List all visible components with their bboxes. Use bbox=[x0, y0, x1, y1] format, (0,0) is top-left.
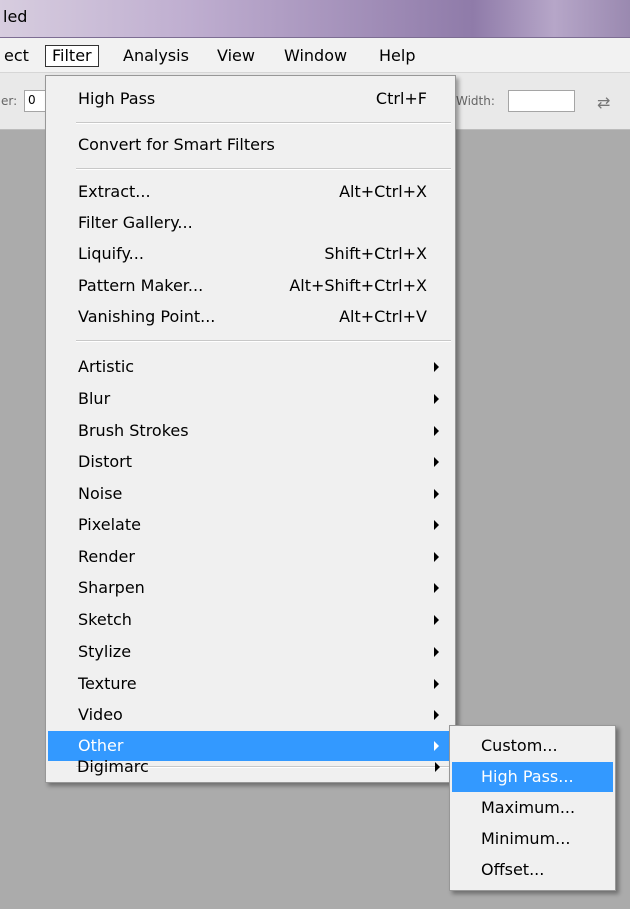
menu-item-label: Artistic bbox=[78, 357, 135, 376]
menu-item-label: Sharpen bbox=[78, 578, 145, 597]
menu-item-label: Video bbox=[78, 705, 123, 724]
submenu-item-high-pass[interactable]: High Pass... bbox=[452, 762, 613, 792]
menu-item-label: Render bbox=[78, 547, 135, 566]
menu-item-vanishing-point[interactable]: Vanishing Point... Alt+Ctrl+V bbox=[48, 302, 453, 332]
menu-item-label: Stylize bbox=[78, 642, 132, 661]
menu-item-sharpen[interactable]: Sharpen bbox=[48, 573, 453, 603]
submenu-item-minimum[interactable]: Minimum... bbox=[452, 824, 613, 854]
menu-item-label: Filter Gallery... bbox=[78, 213, 193, 232]
menu-item-stylize[interactable]: Stylize bbox=[48, 637, 453, 667]
last-filter-shortcut: Ctrl+F bbox=[375, 89, 427, 108]
menu-item-label: Noise bbox=[78, 484, 123, 503]
menu-item-pixelate[interactable]: Pixelate bbox=[48, 510, 453, 540]
submenu-arrow-icon bbox=[434, 741, 439, 751]
menu-item-label: Brush Strokes bbox=[78, 421, 189, 440]
menu-item-label: Distort bbox=[78, 452, 133, 471]
submenu-arrow-icon bbox=[434, 457, 439, 467]
menu-bar: ect Filter Analysis View Window Help bbox=[0, 38, 630, 73]
menu-item-shortcut: Alt+Shift+Ctrl+X bbox=[289, 276, 427, 295]
menu-item-blur[interactable]: Blur bbox=[48, 384, 453, 414]
menu-filter[interactable]: Filter bbox=[45, 45, 99, 67]
menu-item-texture[interactable]: Texture bbox=[48, 669, 453, 699]
menu-window[interactable]: Window bbox=[280, 45, 351, 67]
submenu-item-maximum[interactable]: Maximum... bbox=[452, 793, 613, 823]
title-bar: led bbox=[0, 0, 630, 38]
menu-item-label: Liquify... bbox=[78, 244, 144, 263]
window-title: led bbox=[3, 7, 28, 26]
menu-item-last-filter[interactable]: High Pass Ctrl+F bbox=[48, 84, 453, 114]
menu-item-digimarc[interactable]: Digimarc bbox=[47, 752, 454, 782]
submenu-arrow-icon bbox=[434, 615, 439, 625]
width-input[interactable] bbox=[508, 90, 575, 112]
submenu-arrow-icon bbox=[434, 647, 439, 657]
menu-separator bbox=[76, 122, 451, 124]
width-label: Width: bbox=[456, 94, 495, 108]
menu-item-label: Extract... bbox=[78, 182, 151, 201]
menu-item-artistic[interactable]: Artistic bbox=[48, 352, 453, 382]
menu-item-label: Pixelate bbox=[78, 515, 141, 534]
menu-item-pattern-maker[interactable]: Pattern Maker... Alt+Shift+Ctrl+X bbox=[48, 271, 453, 301]
convert-label: Convert for Smart Filters bbox=[78, 135, 275, 154]
filter-menu: High Pass Ctrl+F Convert for Smart Filte… bbox=[45, 75, 456, 783]
submenu-arrow-icon bbox=[434, 679, 439, 689]
menu-separator bbox=[76, 340, 451, 342]
submenu-arrow-icon bbox=[434, 552, 439, 562]
menu-item-label: Texture bbox=[78, 674, 137, 693]
menu-item-sketch[interactable]: Sketch bbox=[48, 605, 453, 635]
last-filter-label: High Pass bbox=[78, 89, 156, 108]
submenu-arrow-icon bbox=[434, 362, 439, 372]
menu-select[interactable]: ect bbox=[0, 45, 33, 67]
other-submenu: Custom... High Pass... Maximum... Minimu… bbox=[449, 725, 616, 891]
submenu-item-custom[interactable]: Custom... bbox=[452, 731, 613, 761]
submenu-item-offset[interactable]: Offset... bbox=[452, 855, 613, 885]
options-left-label: er: bbox=[1, 94, 18, 108]
menu-view[interactable]: View bbox=[213, 45, 259, 67]
menu-help[interactable]: Help bbox=[375, 45, 419, 67]
swap-dimensions-icon[interactable]: ⇄ bbox=[597, 93, 610, 112]
menu-item-label: Digimarc bbox=[77, 757, 149, 776]
submenu-arrow-icon bbox=[434, 489, 439, 499]
menu-item-brush-strokes[interactable]: Brush Strokes bbox=[48, 416, 453, 446]
submenu-arrow-icon bbox=[434, 583, 439, 593]
submenu-arrow-icon bbox=[434, 520, 439, 530]
submenu-arrow-icon bbox=[434, 426, 439, 436]
menu-item-video[interactable]: Video bbox=[48, 700, 453, 730]
menu-item-liquify[interactable]: Liquify... Shift+Ctrl+X bbox=[48, 239, 453, 269]
menu-item-shortcut: Alt+Ctrl+X bbox=[339, 182, 427, 201]
submenu-arrow-icon bbox=[435, 762, 440, 772]
menu-separator bbox=[76, 168, 451, 170]
menu-item-render[interactable]: Render bbox=[48, 542, 453, 572]
menu-item-shortcut: Alt+Ctrl+V bbox=[339, 307, 427, 326]
menu-item-convert-smart-filters[interactable]: Convert for Smart Filters bbox=[48, 130, 453, 160]
submenu-arrow-icon bbox=[434, 394, 439, 404]
menu-item-distort[interactable]: Distort bbox=[48, 447, 453, 477]
menu-item-label: Pattern Maker... bbox=[78, 276, 204, 295]
menu-item-extract[interactable]: Extract... Alt+Ctrl+X bbox=[48, 177, 453, 207]
options-left-input[interactable]: 0 bbox=[24, 90, 46, 112]
menu-item-filter-gallery[interactable]: Filter Gallery... bbox=[48, 208, 453, 238]
menu-item-noise[interactable]: Noise bbox=[48, 479, 453, 509]
menu-item-shortcut: Shift+Ctrl+X bbox=[324, 244, 427, 263]
submenu-arrow-icon bbox=[434, 710, 439, 720]
menu-item-label: Vanishing Point... bbox=[78, 307, 216, 326]
menu-item-label: Sketch bbox=[78, 610, 132, 629]
menu-analysis[interactable]: Analysis bbox=[119, 45, 193, 67]
menu-item-label: Blur bbox=[78, 389, 111, 408]
